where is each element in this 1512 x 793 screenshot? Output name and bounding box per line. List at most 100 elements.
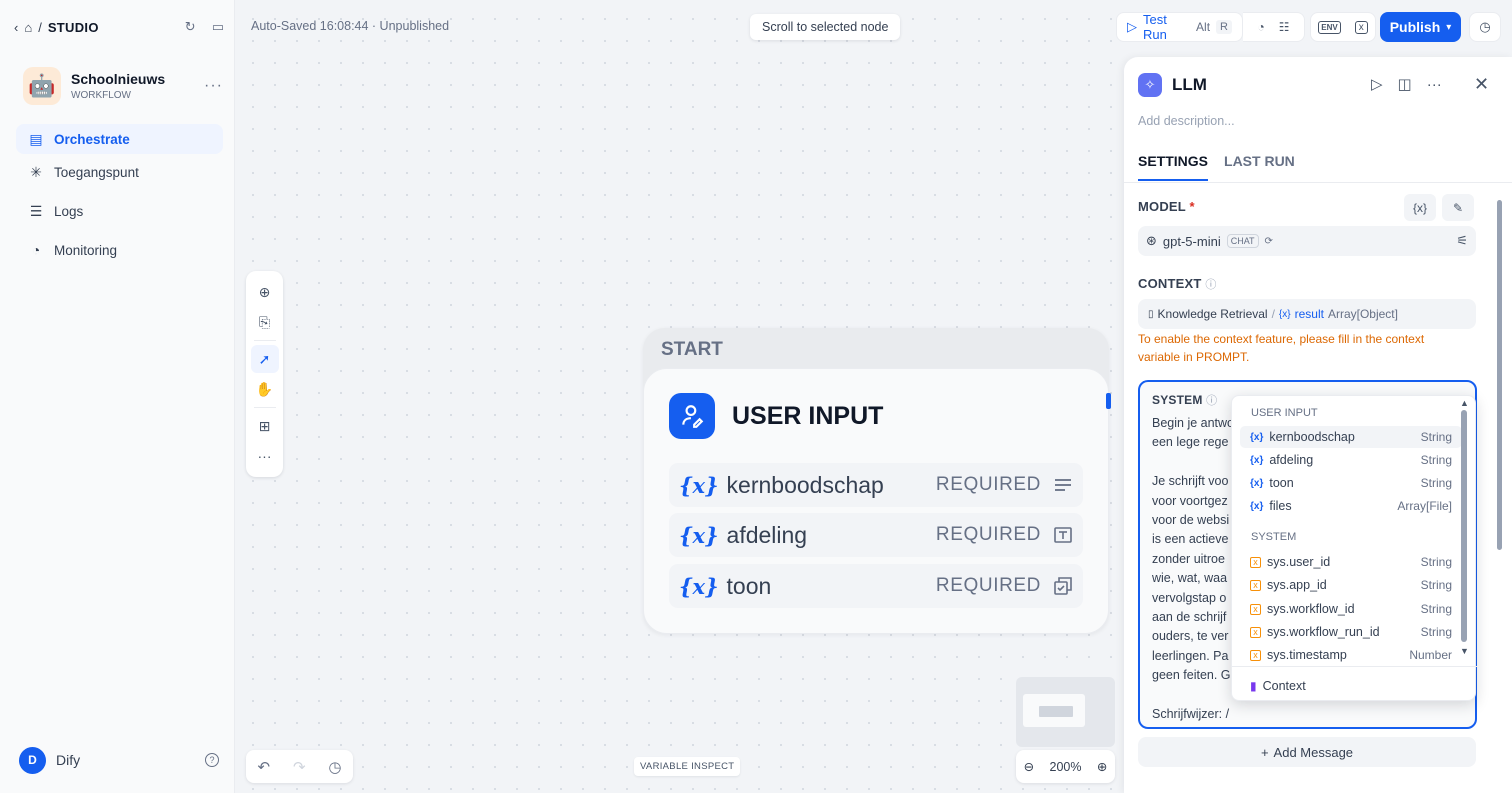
redo-icon[interactable]: ↷	[293, 758, 306, 776]
add-message-button[interactable]: + Add Message	[1138, 737, 1476, 767]
info-icon: ⓘ	[1206, 395, 1218, 407]
home-icon[interactable]: ⌂	[24, 20, 32, 35]
nav-orchestrate[interactable]: ▤ Orchestrate	[16, 124, 223, 154]
variable-option[interactable]: x sys.user_id String	[1240, 551, 1462, 573]
dropdown-scrollbar[interactable]	[1461, 410, 1467, 642]
context-separator: /	[1271, 307, 1275, 321]
autosave-status: Auto-Saved 16:08:44 · Unpublished	[251, 19, 450, 33]
panel-scrollbar[interactable]	[1497, 200, 1502, 550]
zoom-out-icon[interactable]: ⊖	[1024, 759, 1034, 774]
model-label: MODEL *	[1138, 199, 1195, 214]
refresh-icon[interactable]: ↻	[185, 19, 196, 35]
scroll-down-icon[interactable]: ▼	[1460, 646, 1469, 656]
nav-monitoring[interactable]: ◔ Monitoring	[16, 235, 223, 265]
more-icon[interactable]: ···	[251, 442, 279, 470]
checklist-icon[interactable]: ◔	[1257, 20, 1264, 34]
header-tools: ◔ ☷	[1243, 12, 1305, 42]
nav-logs[interactable]: ☰ Logs	[16, 196, 223, 226]
info-icon: ⓘ	[1205, 279, 1217, 291]
user-input-title: USER INPUT	[732, 401, 884, 430]
start-node[interactable]: START USER INPUT {x} kernboodschap REQUI…	[643, 328, 1109, 634]
close-icon[interactable]: ✕	[1474, 74, 1489, 95]
conversation-variables-icon[interactable]: x	[1354, 20, 1368, 34]
variable-option[interactable]: {x} files Array[File]	[1240, 495, 1462, 517]
user-input-icon	[669, 393, 715, 439]
app-card[interactable]: 🤖 Schoolnieuws WORKFLOW ···	[23, 66, 223, 106]
help-doc-icon[interactable]: ◫	[1398, 75, 1412, 93]
field-required: REQUIRED	[935, 524, 1041, 545]
system-variable-icon: x	[1250, 603, 1261, 615]
zoom-level[interactable]: 200%	[1050, 760, 1082, 774]
add-note-icon[interactable]: ⎘	[251, 308, 279, 336]
studio-title[interactable]: STUDIO	[48, 20, 99, 35]
history-icon[interactable]: ◷	[328, 758, 341, 776]
publish-label: Publish	[1389, 19, 1441, 35]
input-field-row[interactable]: {x} afdeling REQUIRED	[669, 513, 1083, 557]
edit-icon[interactable]: ✎	[1442, 194, 1474, 221]
variable-option[interactable]: {x} afdeling String	[1240, 449, 1462, 471]
nav-label: Toegangspunt	[54, 164, 139, 180]
nav-toegangspunt[interactable]: ✳ Toegangspunt	[16, 157, 223, 187]
pointer-icon[interactable]: ➚	[250, 345, 279, 373]
zoom-in-icon[interactable]: ⊕	[1097, 759, 1107, 774]
back-icon[interactable]: ‹	[14, 20, 18, 35]
input-field-row[interactable]: {x} kernboodschap REQUIRED	[669, 463, 1083, 507]
tab-last-run[interactable]: LAST RUN	[1224, 153, 1295, 181]
more-icon[interactable]: ···	[1427, 76, 1442, 93]
scroll-up-icon[interactable]: ▲	[1460, 398, 1469, 408]
collapse-sidebar-icon[interactable]: ▭	[212, 19, 224, 35]
group-system: SYSTEM	[1251, 531, 1297, 543]
version-history-icon[interactable]: ◷	[1469, 12, 1501, 42]
run-node-icon[interactable]: ▷	[1371, 75, 1383, 93]
variable-option[interactable]: x sys.timestamp Number	[1240, 644, 1462, 666]
variable-option[interactable]: {x} toon String	[1240, 472, 1462, 494]
env-icon[interactable]: ENV	[1318, 20, 1341, 34]
variable-option[interactable]: {x} kernboodschap String	[1240, 426, 1462, 448]
add-message-label: Add Message	[1273, 744, 1354, 760]
test-run-button[interactable]: ▷ Test Run Alt R	[1116, 12, 1243, 42]
context-option[interactable]: ▮ Context	[1240, 675, 1462, 697]
context-label: CONTEXT ⓘ	[1138, 276, 1217, 291]
more-icon[interactable]: ···	[204, 77, 223, 95]
publish-button[interactable]: Publish ▾	[1380, 12, 1461, 42]
node-connection-handle[interactable]	[1106, 393, 1111, 409]
chevron-down-icon: ▾	[1446, 21, 1452, 33]
user-menu[interactable]: D Dify ?	[19, 746, 219, 774]
app-name: Schoolnieuws	[71, 71, 166, 87]
model-selector[interactable]: ⊛ gpt-5-mini CHAT ⟳ ⚟	[1138, 226, 1476, 256]
field-required: REQUIRED	[935, 474, 1041, 495]
access-icon: ✳	[30, 163, 42, 180]
test-run-label: Test Run	[1143, 12, 1167, 42]
divider	[1232, 666, 1477, 667]
help-icon[interactable]: ?	[205, 753, 219, 767]
description-input[interactable]: Add description...	[1138, 114, 1235, 128]
variable-inspect-button[interactable]: VARIABLE INSPECT	[634, 757, 741, 776]
logs-icon: ☰	[29, 202, 43, 219]
variable-icon: {x}	[679, 522, 719, 548]
input-field-row[interactable]: {x} toon REQUIRED	[669, 564, 1083, 608]
tab-settings[interactable]: SETTINGS	[1138, 153, 1209, 181]
scroll-to-selected-button[interactable]: Scroll to selected node	[750, 14, 901, 40]
undo-icon[interactable]: ↶	[257, 758, 270, 776]
variable-option[interactable]: x sys.app_id String	[1240, 574, 1462, 596]
organize-icon[interactable]: ⊞	[251, 412, 279, 440]
hand-icon[interactable]: ✋	[251, 375, 279, 403]
panel-title[interactable]: LLM	[1172, 75, 1207, 95]
monitoring-icon: ◔	[31, 242, 41, 258]
variable-icon[interactable]: {x}	[1404, 194, 1436, 221]
add-node-icon[interactable]: ⊕	[251, 278, 279, 306]
variable-icon: {x}	[1250, 500, 1264, 512]
model-tools: {x} ✎	[1404, 194, 1476, 221]
variable-option[interactable]: x sys.workflow_run_id String	[1240, 621, 1462, 643]
minimap[interactable]	[1016, 677, 1115, 747]
app-avatar: 🤖	[23, 67, 61, 105]
variable-option[interactable]: x sys.workflow_id String	[1240, 598, 1462, 620]
paragraph-icon	[1053, 475, 1073, 495]
context-selector[interactable]: ▯ Knowledge Retrieval / {x} result Array…	[1138, 299, 1476, 329]
user-input-header: USER INPUT	[669, 393, 883, 439]
variable-picker-dropdown: USER INPUT {x} kernboodschap String {x} afd…	[1231, 395, 1477, 701]
user-input-card[interactable]: USER INPUT {x} kernboodschap REQUIRED {x…	[643, 368, 1109, 634]
model-settings-icon[interactable]: ⚟	[1456, 233, 1468, 249]
variable-icon: {x}	[1278, 308, 1291, 320]
features-icon[interactable]: ☷	[1279, 20, 1290, 34]
